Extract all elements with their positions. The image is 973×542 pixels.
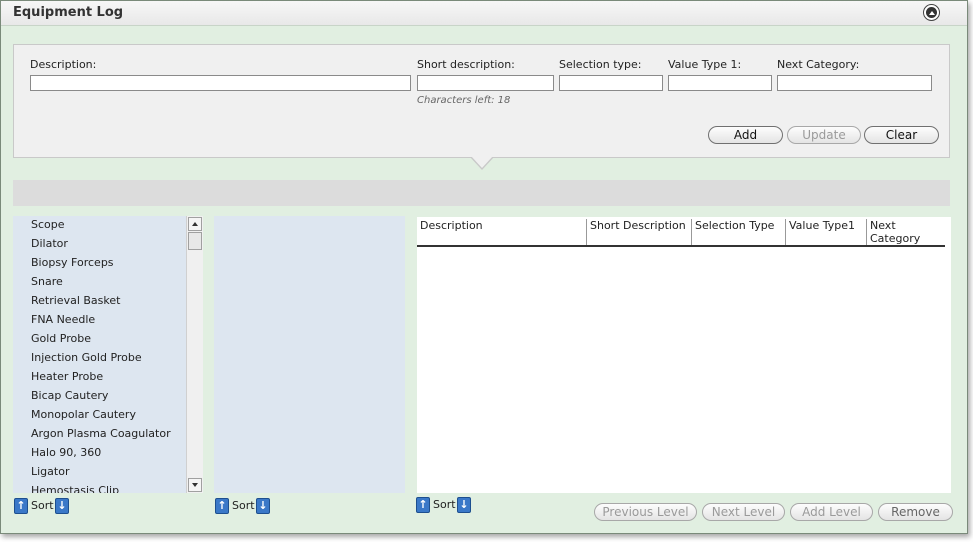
sort-up-icon[interactable]: ↑: [14, 498, 28, 514]
equipment-list-item[interactable]: Monopolar Cautery: [31, 408, 136, 421]
scroll-up-icon[interactable]: [188, 217, 202, 231]
column-description[interactable]: Description: [417, 219, 587, 245]
scroll-thumb[interactable]: [188, 232, 202, 250]
equipment-list-item[interactable]: Retrieval Basket: [31, 294, 120, 307]
next-category-input[interactable]: [777, 75, 932, 91]
characters-left-hint: Characters left: 18: [417, 95, 511, 106]
breadcrumb-bar: [13, 180, 950, 206]
remove-button[interactable]: Remove: [878, 503, 953, 521]
description-input[interactable]: [30, 75, 411, 91]
equipment-list-item[interactable]: Heater Probe: [31, 370, 103, 383]
short-description-input[interactable]: [417, 75, 554, 91]
equipment-list-item[interactable]: Dilator: [31, 237, 68, 250]
add-button[interactable]: Add: [708, 126, 783, 144]
add-level-button[interactable]: Add Level: [790, 503, 873, 521]
sort-down-icon[interactable]: ↓: [256, 498, 270, 514]
equipment-list-item[interactable]: Injection Gold Probe: [31, 351, 142, 364]
column-next-category[interactable]: Next Category: [867, 219, 945, 245]
window-title: Equipment Log: [13, 5, 124, 20]
clear-button[interactable]: Clear: [864, 126, 939, 144]
selection-type-label: Selection type:: [559, 58, 642, 71]
scroll-down-icon[interactable]: [188, 478, 202, 492]
column-value-type1[interactable]: Value Type1: [786, 219, 867, 245]
details-grid[interactable]: Description Short Description Selection …: [417, 217, 951, 493]
equipment-list-item[interactable]: Argon Plasma Coagulator: [31, 427, 171, 440]
equipment-list-item[interactable]: Biopsy Forceps: [31, 256, 114, 269]
sort-label: Sort: [232, 499, 255, 512]
equipment-log-window: Equipment Log Description: Short descrip…: [0, 0, 968, 534]
selection-type-input[interactable]: [559, 75, 663, 91]
sort-up-icon[interactable]: ↑: [215, 498, 229, 514]
sort-label: Sort: [31, 499, 54, 512]
equipment-list-item[interactable]: Snare: [31, 275, 63, 288]
entry-form-panel: Description: Short description: Characte…: [13, 44, 950, 158]
equipment-list-scrollbar[interactable]: [186, 216, 203, 493]
collapse-icon[interactable]: [923, 4, 940, 21]
value-type-1-label: Value Type 1:: [668, 58, 742, 71]
short-description-label: Short description:: [417, 58, 515, 71]
equipment-list-item[interactable]: Hemostasis Clip: [31, 484, 119, 493]
equipment-list-item[interactable]: Gold Probe: [31, 332, 91, 345]
column-short-description[interactable]: Short Description: [587, 219, 692, 245]
grid-header: Description Short Description Selection …: [417, 217, 945, 247]
equipment-list-item[interactable]: Bicap Cautery: [31, 389, 108, 402]
next-category-label: Next Category:: [777, 58, 860, 71]
update-button[interactable]: Update: [787, 126, 861, 144]
sublevel-list[interactable]: [214, 216, 405, 493]
equipment-list-item[interactable]: Halo 90, 360: [31, 446, 101, 459]
sort-down-icon[interactable]: ↓: [55, 498, 69, 514]
equipment-list-item[interactable]: Ligator: [31, 465, 69, 478]
sort-label: Sort: [433, 498, 456, 511]
value-type-1-input[interactable]: [668, 75, 772, 91]
equipment-list[interactable]: Scope Dilator Biopsy Forceps Snare Retrieval…: [13, 216, 203, 493]
panel-pointer: [471, 156, 493, 168]
equipment-list-item[interactable]: Scope: [31, 218, 65, 231]
previous-level-button[interactable]: Previous Level: [594, 503, 697, 521]
title-bar: Equipment Log: [1, 1, 967, 26]
column-selection-type[interactable]: Selection Type: [692, 219, 786, 245]
sort-down-icon[interactable]: ↓: [457, 497, 471, 513]
equipment-list-item[interactable]: FNA Needle: [31, 313, 95, 326]
next-level-button[interactable]: Next Level: [702, 503, 785, 521]
description-label: Description:: [30, 58, 97, 71]
sort-up-icon[interactable]: ↑: [416, 497, 430, 513]
